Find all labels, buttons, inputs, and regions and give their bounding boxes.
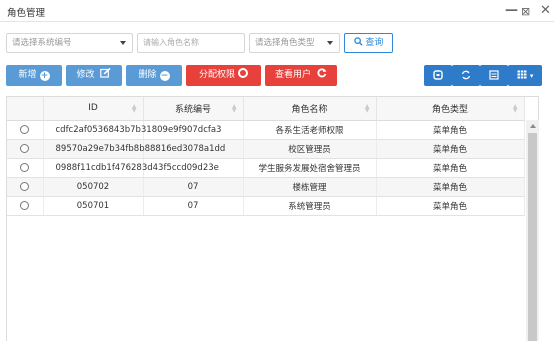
sync-icon — [461, 70, 471, 80]
delete-button[interactable]: 删除 − — [126, 65, 182, 86]
cell-type: 菜单角色 — [376, 139, 525, 159]
row-radio[interactable] — [20, 162, 30, 172]
role-type-select[interactable]: 请选择角色类型 — [249, 33, 340, 53]
assign-permission-button[interactable]: 分配权限 — [186, 65, 261, 86]
sort-icon: ▲ ▼ — [131, 103, 137, 114]
cell-name: 校区管理员 — [243, 139, 377, 159]
add-button-label: 新增 — [18, 70, 37, 80]
chevron-down-icon: ▾ — [529, 72, 534, 80]
table-row[interactable]: 050701 07 系统管理员 菜单角色 — [7, 196, 525, 216]
cell-id: 050701 — [43, 196, 144, 216]
select-column-header — [7, 97, 44, 121]
close-icon[interactable]: ✕ — [540, 3, 551, 19]
row-radio[interactable] — [20, 181, 30, 191]
view-users-button[interactable]: 查看用户 — [265, 65, 337, 86]
cell-type: 菜单角色 — [376, 120, 525, 140]
system-select-label: 请选择系统编号 — [12, 38, 72, 48]
column-header-system-label: 系统编号 — [174, 104, 211, 115]
table-header-row: ID ▲ ▼ 系统编号 ▲ ▼ 角色名称 ▲ ▼ 角色类型 ▲ ▼ — [7, 97, 525, 121]
minus-circle-icon: − — [159, 71, 170, 81]
cell-id: 0988f11cdb1f476283d43f5ccd09d23e — [43, 158, 219, 178]
columns-button[interactable]: ▾ — [508, 65, 542, 86]
cell-name: 楼栋管理 — [243, 177, 377, 197]
column-header-system[interactable]: 系统编号 ▲ ▼ — [143, 97, 244, 121]
table-row[interactable]: cdfc2af0536843b7b31809e9f907dcfa3 各系生活老师… — [7, 120, 525, 140]
window-title: 角色管理 — [7, 8, 46, 19]
cell-id: 050702 — [43, 177, 144, 197]
column-header-type[interactable]: 角色类型 ▲ ▼ — [376, 97, 525, 121]
cell-id: cdfc2af0536843b7b31809e9f907dcfa3 — [43, 120, 221, 140]
role-type-select-label: 请选择角色类型 — [255, 38, 315, 48]
add-button[interactable]: 新增 + — [6, 65, 62, 86]
refresh-button[interactable] — [424, 65, 452, 86]
roles-table: ID ▲ ▼ 系统编号 ▲ ▼ 角色名称 ▲ ▼ 角色类型 ▲ ▼ cdfc2af0536843… — [6, 96, 539, 341]
column-header-id-label: ID — [88, 103, 98, 114]
row-radio[interactable] — [20, 143, 30, 153]
row-radio[interactable] — [20, 124, 30, 134]
table-row[interactable]: 0988f11cdb1f476283d43f5ccd09d23e 学生服务发展处… — [7, 158, 525, 178]
chevron-down-icon — [120, 41, 126, 45]
filter-row: 请选择系统编号 请输入角色名称 请选择角色类型 查询 — [6, 33, 546, 53]
vertical-scrollbar[interactable] — [526, 120, 539, 341]
cell-id: 89570a29e7b34fb8b88816ed3078a1dd — [43, 139, 225, 159]
query-button-label: 查询 — [365, 38, 384, 48]
cell-type: 菜单角色 — [376, 158, 525, 178]
toolbar: 新增 + 修改 删除 − 分配权限 查看用户 ▾ — [6, 65, 546, 86]
circle-icon — [238, 68, 248, 78]
query-button[interactable]: 查询 — [344, 33, 393, 53]
row-radio[interactable] — [20, 200, 30, 210]
table-row[interactable]: 89570a29e7b34fb8b88816ed3078a1dd 校区管理员 菜… — [7, 139, 525, 159]
scroll-up-icon[interactable] — [530, 124, 536, 128]
cell-name: 学生服务发展处宿舍管理员 — [243, 158, 377, 178]
plus-circle-icon: + — [39, 71, 50, 81]
refresh-icon — [433, 70, 443, 80]
sort-icon: ▲ ▼ — [231, 103, 237, 114]
columns-icon — [517, 70, 527, 79]
minimize-icon[interactable]: — — [505, 3, 518, 19]
sync-icon — [317, 68, 327, 78]
sort-icon: ▲ ▼ — [512, 103, 518, 114]
assign-permission-label: 分配权限 — [198, 70, 235, 80]
table-row[interactable]: 050702 07 楼栋管理 菜单角色 — [7, 177, 525, 197]
cell-type: 菜单角色 — [376, 177, 525, 197]
edit-icon — [100, 67, 111, 78]
column-header-name[interactable]: 角色名称 ▲ ▼ — [243, 97, 377, 121]
chevron-down-icon — [327, 41, 333, 45]
window-titlebar: 角色管理 — ⊠ ✕ — [0, 0, 554, 22]
cell-system: 07 — [143, 177, 244, 197]
sort-icon: ▲ ▼ — [364, 103, 370, 114]
edit-button[interactable]: 修改 — [66, 65, 122, 86]
maximize-icon[interactable]: ⊠ — [521, 4, 530, 20]
delete-button-label: 删除 — [138, 70, 157, 80]
cell-type: 菜单角色 — [376, 196, 525, 216]
view-users-label: 查看用户 — [275, 70, 312, 80]
search-icon — [353, 37, 363, 46]
cell-system: 07 — [143, 196, 244, 216]
list-icon — [489, 70, 499, 80]
cell-name: 系统管理员 — [243, 196, 377, 216]
system-select[interactable]: 请选择系统编号 — [6, 33, 133, 53]
column-header-name-label: 角色名称 — [291, 104, 328, 115]
sync-button[interactable] — [452, 65, 480, 86]
column-header-id[interactable]: ID ▲ ▼ — [43, 97, 144, 121]
column-header-type-label: 角色类型 — [431, 104, 468, 115]
scrollbar-thumb[interactable] — [528, 133, 537, 341]
role-name-input[interactable]: 请输入角色名称 — [137, 33, 245, 53]
edit-button-label: 修改 — [76, 70, 95, 80]
cell-name: 各系生活老师权限 — [243, 120, 377, 140]
list-view-button[interactable] — [480, 65, 508, 86]
